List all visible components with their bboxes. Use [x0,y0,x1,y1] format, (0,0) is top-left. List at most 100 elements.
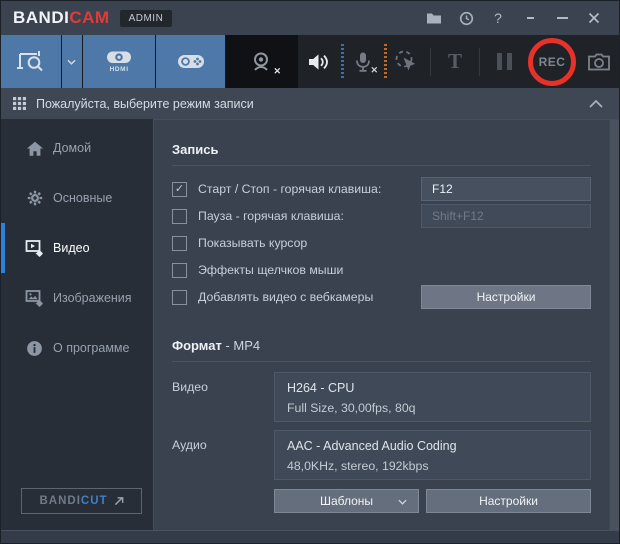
toolbar-audio-group: ✕ T REC [298,35,619,88]
show-cursor-checkbox[interactable] [172,235,187,251]
templates-button[interactable]: Шаблоны [274,489,419,513]
sidebar: Домой Основные Видео Изображения О прогр… [1,119,153,530]
format-title-text: Формат [172,338,222,353]
info-icon [25,340,44,357]
hotkey-pause-row: Пауза - горячая клавиша: [172,203,591,229]
audio-format-label: Аудио [172,438,207,452]
sidebar-item-label: Видео [53,241,90,255]
sidebar-item-general[interactable]: Основные [1,173,153,223]
screen-recording-mode-button[interactable] [1,35,62,88]
open-folder-button[interactable] [421,5,447,31]
image-settings-icon [25,289,44,307]
device-recording-mode-button[interactable]: HDMI [82,35,157,88]
webcam-overlay-button[interactable]: ✕ [226,35,298,88]
help-icon: ? [494,10,502,26]
bandicut-label-accent: CUT [80,495,108,507]
show-cursor-row: Показывать курсор [172,230,591,256]
video-format-box: H264 - CPU Full Size, 30,00fps, 80q [274,372,591,422]
sidebar-item-label: О программе [53,341,130,355]
screenshot-button[interactable] [579,35,619,88]
startstop-label: Старт / Стоп - горячая клавиша: [198,182,382,196]
titlebar: BANDICAM ADMIN ? [1,1,619,35]
hdmi-label: HDMI [109,66,129,73]
click-effects-checkbox[interactable] [172,262,187,278]
section-divider [172,165,591,166]
rec-label: REC [538,54,566,69]
startstop-hotkey-input[interactable] [421,177,591,201]
admin-badge: ADMIN [119,9,173,27]
camera-icon [588,53,610,71]
folder-icon [426,12,442,25]
section-divider [172,361,591,362]
titlebar-actions: ? [415,5,607,31]
record-button[interactable]: REC [528,37,576,86]
text-tool-icon: T [447,49,462,73]
scrollbar[interactable] [609,120,619,530]
minimize-icon [556,17,568,19]
speaker-toggle[interactable] [302,35,336,88]
audio-format-row: Аудио AAC - Advanced Audio Coding 48,0KH… [172,430,591,480]
close-icon [588,12,600,24]
mode-select-header: Пожалуйста, выберите режим записи [1,88,619,119]
webcam-settings-button[interactable]: Настройки [421,285,591,309]
grid-icon[interactable] [13,97,26,110]
show-cursor-label: Показывать курсор [198,236,308,250]
templates-label: Шаблоны [319,494,374,508]
pause-icon [496,53,502,70]
capture-device-icon [105,50,133,65]
close-button[interactable] [581,5,607,31]
sidebar-item-label: Основные [53,191,113,205]
chevron-down-icon [67,59,76,65]
toolbar-divider [479,47,480,76]
home-icon [25,140,44,157]
bandicut-label-primary: BANDI [39,495,81,507]
record-section-title: Запись [172,142,219,157]
audio-details: 48,0KHz, stereo, 192kbps [287,459,429,473]
body: Домой Основные Видео Изображения О прогр… [1,119,619,530]
pause-checkbox[interactable] [172,208,187,224]
webcam-overlay-checkbox[interactable] [172,289,187,305]
webcam-icon [249,51,275,73]
toolbar-divider [430,47,431,76]
help-button[interactable]: ? [485,5,511,31]
pause-hotkey-input[interactable] [421,204,591,228]
toolbar: HDMI ✕ ✕ T REC [1,35,619,88]
video-settings-icon [25,239,44,257]
text-overlay-button[interactable]: T [436,35,474,88]
mouse-click-effect-toggle[interactable] [387,35,425,88]
webcam-overlay-label: Добавлять видео с вебкамеры [198,290,374,304]
gear-icon [25,189,44,207]
microphone-toggle[interactable]: ✕ [344,35,382,88]
hotkey-startstop-row: ✓ Старт / Стоп - горячая клавиша: [172,176,591,202]
screen-mode-dropdown-button[interactable] [61,35,83,88]
click-effects-label: Эффекты щелчков мыши [198,263,344,277]
video-format-label: Видео [172,380,208,394]
schedule-button[interactable] [453,5,479,31]
pause-button[interactable] [485,35,523,88]
microphone-off-icon: ✕ [370,65,378,75]
speaker-icon [307,52,331,72]
bandicam-window: BANDICAM ADMIN ? HDMI ✕ ✕ T REC Пожалуйс… [0,0,620,544]
chevron-up-icon [589,99,603,108]
audio-codec: AAC - Advanced Audio Coding [287,439,457,453]
sidebar-item-label: Домой [53,141,92,155]
external-link-icon [114,496,124,506]
click-effects-row: Эффекты щелчков мыши [172,257,591,283]
audio-format-box: AAC - Advanced Audio Coding 48,0KHz, ste… [274,430,591,480]
chevron-down-icon [398,499,407,505]
hide-to-tray-button[interactable] [517,5,543,31]
screen-region-icon [15,48,47,76]
minimize-button[interactable] [549,5,575,31]
pause-label: Пауза - горячая клавиша: [198,209,344,223]
collapse-header-button[interactable] [589,99,603,108]
format-settings-button[interactable]: Настройки [426,489,591,513]
webcam-off-icon: ✕ [273,66,281,76]
sidebar-item-about[interactable]: О программе [1,323,153,373]
sidebar-item-home[interactable]: Домой [1,123,153,173]
sidebar-item-video[interactable]: Видео [1,223,153,273]
webcam-overlay-row: Добавлять видео с вебкамеры Настройки [172,284,591,310]
game-recording-mode-button[interactable] [156,35,227,88]
bandicut-button[interactable]: BANDI CUT [21,488,142,514]
startstop-checkbox[interactable]: ✓ [172,181,187,197]
sidebar-item-images[interactable]: Изображения [1,273,153,323]
